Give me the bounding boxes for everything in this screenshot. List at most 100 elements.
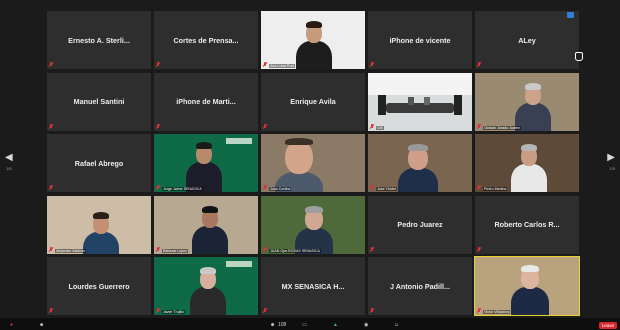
participant-name: Lourdes Guerrero: [68, 281, 130, 291]
participant-tile[interactable]: Manuel Santini: [47, 72, 151, 131]
muted-mic-icon: [263, 246, 267, 252]
participant-video-label: Jorge Jaime SENASICA: [162, 187, 203, 191]
participant-video-label: Juan Cortina: [269, 187, 292, 191]
muted-mic-icon: [156, 246, 160, 252]
meeting-toolbar: ● ■ ☻ 108 ▭ ▲ ◉ ☺ Leave: [0, 318, 620, 330]
participant-tile[interactable]: Victor Villalobos: [474, 256, 580, 316]
participant-video-label: Javier Trujillo: [162, 310, 185, 314]
muted-mic-icon: [477, 246, 481, 252]
next-page-indicator: 1/5: [609, 166, 615, 171]
muted-mic-icon: [263, 185, 267, 190]
mouse-cursor-icon: [575, 52, 583, 61]
muted-mic-icon: [156, 123, 160, 129]
participant-name: Manuel Santini: [73, 97, 125, 106]
participant-video: [154, 134, 258, 192]
participant-name: iPhone de Marti...: [176, 97, 236, 106]
participant-tile[interactable]: Pedro Medina: [475, 134, 579, 192]
participant-tile[interactable]: Cortes de Prensa...: [154, 11, 258, 69]
muted-mic-icon: [370, 62, 374, 67]
previous-page-arrow[interactable]: ◀: [5, 152, 13, 163]
record-icon[interactable]: ◉: [364, 322, 368, 328]
muted-mic-icon: [477, 308, 481, 313]
muted-mic-icon: [156, 62, 160, 67]
participant-tile[interactable]: Juan Cortina: [261, 134, 365, 192]
gallery-grid: Ernesto A. Sterli... Cortes de Prensa... A…: [47, 11, 580, 316]
participant-tile[interactable]: ALey: [475, 11, 579, 69]
muted-mic-icon: [49, 246, 53, 252]
participant-video: [154, 195, 258, 254]
participant-tile[interactable]: iPhone de vicente: [368, 11, 472, 69]
muted-mic-icon: [156, 185, 160, 190]
participant-video-label: Octavio Jurado Juarez: [483, 125, 521, 130]
muted-mic-icon: [49, 123, 53, 129]
participant-tile[interactable]: Roberto Carlos R...: [475, 195, 579, 254]
participant-tile[interactable]: Pedro Juarez: [368, 195, 472, 254]
participant-video-label: Alejandro Zaldivar: [55, 248, 86, 253]
participants-count: 108: [278, 322, 287, 328]
muted-mic-icon: [49, 308, 53, 313]
participant-tile[interactable]: Baltazar Lopez: [154, 195, 258, 254]
participant-video: [475, 72, 579, 131]
muted-mic-icon: [263, 62, 267, 67]
participant-video: [47, 195, 151, 254]
participant-tile[interactable]: Ernesto A. Sterli...: [47, 11, 151, 69]
participant-video: [154, 257, 258, 315]
participant-video-label: JUAN Gpe.ROSAS SENASICA: [269, 248, 321, 253]
participant-name: Cortes de Prensa...: [173, 35, 239, 45]
participant-video-label: CM: [376, 125, 384, 130]
participant-tile[interactable]: Enrique Avila: [261, 72, 365, 131]
participant-video: [261, 134, 365, 192]
participant-name: J Antonio Padill...: [389, 281, 451, 291]
participant-video: [261, 11, 365, 69]
participant-video-label: Victor Villalobos: [483, 310, 511, 314]
participant-tile[interactable]: J Antonio Padill...: [368, 257, 472, 315]
participant-tile[interactable]: CM: [368, 72, 472, 131]
stop-video-icon[interactable]: ■: [40, 322, 43, 328]
participant-name: Pedro Juarez: [397, 220, 443, 229]
muted-mic-icon: [477, 62, 481, 67]
participant-video-label: Jose Yturbe: [376, 187, 398, 191]
gallery-view-icon[interactable]: [567, 12, 574, 18]
chat-icon[interactable]: ▭: [302, 322, 307, 328]
participant-tile[interactable]: MX SENASICA H...: [261, 257, 365, 315]
participant-tile[interactable]: Javier Trujillo: [154, 257, 258, 315]
participant-name: iPhone de vicente: [389, 35, 451, 45]
participant-name: Roberto Carlos R...: [494, 220, 560, 229]
muted-mic-icon: [49, 185, 53, 190]
participant-tile[interactable]: Alejandro Zaldivar: [47, 195, 151, 254]
muted-mic-icon: [370, 185, 374, 190]
leave-button[interactable]: Leave: [598, 322, 617, 329]
participant-tile[interactable]: Lourdes Guerrero: [47, 257, 151, 315]
participant-video-label: Ana Luisa Ruiz: [269, 64, 296, 68]
muted-mic-icon: [263, 123, 267, 129]
participant-video-label: Pedro Medina: [483, 187, 508, 191]
participant-tile[interactable]: Rafael Abrego: [47, 134, 151, 192]
participant-tile[interactable]: Ana Luisa Ruiz: [261, 11, 365, 69]
mute-microphone-icon[interactable]: ●: [10, 322, 13, 328]
participant-name: ALey: [518, 35, 536, 45]
share-screen-icon[interactable]: ▲: [333, 322, 338, 328]
participant-tile[interactable]: Jorge Jaime SENASICA: [154, 134, 258, 192]
participant-name: Ernesto A. Sterli...: [68, 35, 130, 45]
participant-name: Enrique Avila: [290, 97, 336, 106]
participants-icon[interactable]: ☻: [270, 322, 275, 328]
muted-mic-icon: [49, 62, 53, 67]
participant-tile[interactable]: iPhone de Marti...: [154, 72, 258, 131]
participant-video: [368, 134, 472, 192]
participant-name: Rafael Abrego: [74, 158, 124, 168]
participant-tile[interactable]: Jose Yturbe: [368, 134, 472, 192]
participant-video: [475, 134, 579, 192]
participant-video: [368, 72, 472, 131]
participant-tile[interactable]: JUAN Gpe.ROSAS SENASICA: [261, 195, 365, 254]
muted-mic-icon: [156, 308, 160, 313]
muted-mic-icon: [370, 246, 374, 252]
muted-mic-icon: [477, 123, 481, 129]
reactions-icon[interactable]: ☺: [394, 322, 399, 328]
participant-name: MX SENASICA H...: [281, 281, 345, 291]
muted-mic-icon: [477, 185, 481, 190]
participant-tile[interactable]: Octavio Jurado Juarez: [475, 72, 579, 131]
muted-mic-icon: [370, 123, 374, 129]
participant-video: [475, 257, 579, 315]
participant-video: [261, 195, 365, 254]
next-page-arrow[interactable]: ▶: [607, 152, 615, 163]
